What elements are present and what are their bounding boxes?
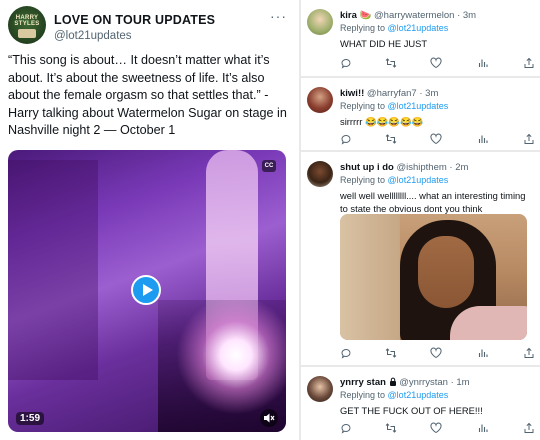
tweet-text: “This song is about… It doesn’t matter w… xyxy=(8,53,287,137)
replying-to: Replying to @lot21updates xyxy=(340,175,448,185)
reply-separator: · xyxy=(449,162,453,173)
replying-to-mention[interactable]: @lot21updates xyxy=(388,390,449,400)
replying-to-label: Replying to xyxy=(340,23,386,33)
tweet-actions xyxy=(340,57,536,69)
captions-icon[interactable]: CC xyxy=(262,160,276,172)
share-icon[interactable] xyxy=(523,422,535,434)
avatar[interactable] xyxy=(307,376,333,402)
video-frame-shadow xyxy=(8,160,98,380)
reply-tweet: ynrry stan @ynrrystan · 1m Replying to @… xyxy=(301,367,540,440)
photo-shirt xyxy=(450,306,527,340)
reply-text: WHAT DID HE JUST xyxy=(340,38,428,49)
heart-icon[interactable] xyxy=(430,57,442,69)
analytics-icon[interactable] xyxy=(477,133,489,145)
tweet-actions xyxy=(340,133,536,145)
reply-tweet: kiwi!! @harryfan7 · 3m Replying to @lot2… xyxy=(301,78,540,150)
reply-tweet: shut up i do @ishipthem · 2m Replying to… xyxy=(301,152,540,365)
tweet-actions xyxy=(340,347,536,359)
avatar[interactable] xyxy=(307,161,333,187)
reply-author[interactable]: ynrry stan @ynrrystan · 1m xyxy=(340,377,470,388)
avatar[interactable] xyxy=(307,9,333,35)
replying-to: Replying to @lot21updates xyxy=(340,101,448,111)
share-icon[interactable] xyxy=(523,57,535,69)
retweet-icon[interactable] xyxy=(385,57,397,69)
replying-to: Replying to @lot21updates xyxy=(340,390,448,400)
replying-to-mention[interactable]: @lot21updates xyxy=(388,101,449,111)
reply-author-name: ynrry stan xyxy=(340,377,386,388)
reply-author-name: shut up i do xyxy=(340,162,394,173)
heart-icon[interactable] xyxy=(430,133,442,145)
video-duration: 1:59 xyxy=(16,412,45,425)
avatar[interactable]: HARRY STYLES xyxy=(8,6,46,44)
reply-separator: · xyxy=(419,88,423,99)
reply-time: 3m xyxy=(462,10,477,21)
video-player[interactable]: CC 1:59 xyxy=(8,150,286,432)
replying-to-mention[interactable]: @lot21updates xyxy=(388,23,449,33)
avatar-badge xyxy=(18,29,36,38)
reply-tweet: kira 🍉 @harrywatermelon · 3m Replying to… xyxy=(301,0,540,76)
share-icon[interactable] xyxy=(523,347,535,359)
main-tweet: HARRY STYLES LOVE ON TOUR UPDATES @lot21… xyxy=(0,0,299,440)
retweet-icon[interactable] xyxy=(385,422,397,434)
comment-icon[interactable] xyxy=(340,133,352,145)
replying-to: Replying to @lot21updates xyxy=(340,23,448,33)
photo-face xyxy=(418,236,474,308)
mute-icon[interactable] xyxy=(260,409,278,427)
tweet-header: HARRY STYLES LOVE ON TOUR UPDATES @lot21… xyxy=(8,6,291,46)
reply-author-name: kiwi!! xyxy=(340,88,365,99)
reply-separator: · xyxy=(450,377,454,388)
reply-author[interactable]: shut up i do @ishipthem · 2m xyxy=(340,162,468,173)
analytics-icon[interactable] xyxy=(477,347,489,359)
reply-photo[interactable] xyxy=(340,214,527,340)
comment-icon[interactable] xyxy=(340,422,352,434)
author-handle[interactable]: @lot21updates xyxy=(54,30,132,42)
reply-time: 1m xyxy=(456,377,470,388)
reply-author-handle: @harryfan7 xyxy=(366,88,417,99)
video-stage-light xyxy=(176,295,286,415)
reply-text: well well wellllllll.... what an interes… xyxy=(340,190,526,214)
analytics-icon[interactable] xyxy=(477,422,489,434)
share-icon[interactable] xyxy=(523,133,535,145)
reply-author[interactable]: kira 🍉 @harrywatermelon · 3m xyxy=(340,10,476,21)
more-options-icon[interactable]: ··· xyxy=(270,8,287,24)
avatar-text: HARRY STYLES xyxy=(14,15,40,27)
lock-icon xyxy=(389,377,396,386)
photo-background xyxy=(340,214,400,340)
heart-icon[interactable] xyxy=(430,347,442,359)
replying-to-label: Replying to xyxy=(340,390,386,400)
play-button[interactable] xyxy=(131,275,161,305)
retweet-icon[interactable] xyxy=(385,347,397,359)
tweet-actions xyxy=(340,422,536,434)
analytics-icon[interactable] xyxy=(477,57,489,69)
reply-author-handle: @harrywatermelon xyxy=(374,10,455,21)
reply-text: GET THE FUCK OUT OF HERE!!! xyxy=(340,405,483,416)
replying-to-label: Replying to xyxy=(340,101,386,111)
heart-icon[interactable] xyxy=(430,422,442,434)
replying-to-mention[interactable]: @lot21updates xyxy=(388,175,449,185)
reply-author[interactable]: kiwi!! @harryfan7 · 3m xyxy=(340,88,438,99)
retweet-icon[interactable] xyxy=(385,133,397,145)
reply-time: 3m xyxy=(425,88,439,99)
avatar[interactable] xyxy=(307,87,333,113)
replying-to-label: Replying to xyxy=(340,175,386,185)
comment-icon[interactable] xyxy=(340,347,352,359)
reply-text: sirrrrr 😂😂😂😂😂 xyxy=(340,116,424,127)
comment-icon[interactable] xyxy=(340,57,352,69)
reply-author-handle: @ishipthem xyxy=(396,162,447,173)
reply-author-handle: @ynrrystan xyxy=(399,377,448,388)
reply-author-name: kira 🍉 xyxy=(340,10,372,21)
reply-separator: · xyxy=(457,10,461,21)
author-name[interactable]: LOVE ON TOUR UPDATES xyxy=(54,13,215,27)
reply-time: 2m xyxy=(455,162,469,173)
